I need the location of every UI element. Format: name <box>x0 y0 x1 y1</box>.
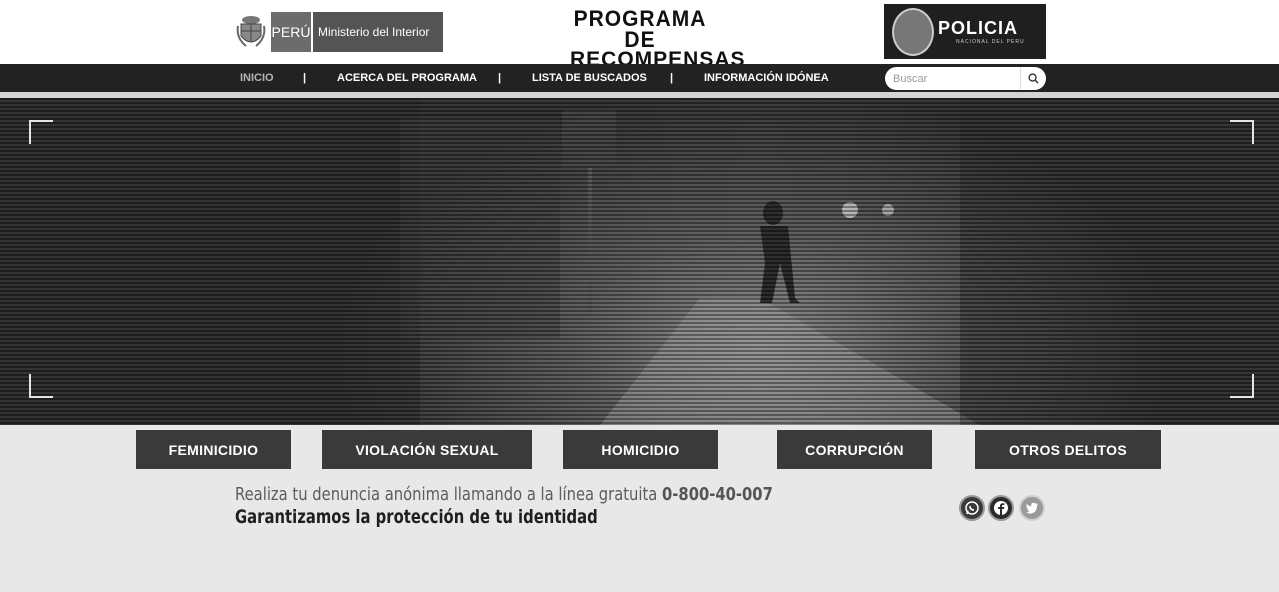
nav-separator: | <box>303 72 307 84</box>
corrupcion-button[interactable]: CORRUPCIÓN <box>777 430 932 469</box>
main-nav: INICIO | ACERCA DEL PROGRAMA | LISTA DE … <box>0 64 1279 92</box>
frame-corner <box>1230 374 1254 398</box>
frame-corner <box>1230 120 1254 144</box>
police-logo-title: POLICIA <box>938 18 1019 38</box>
ministry-label: Ministerio del Interior <box>313 12 443 52</box>
frame-corner <box>29 120 53 144</box>
homicidio-button[interactable]: HOMICIDIO <box>563 430 718 469</box>
government-logo[interactable]: PERÚ Ministerio del Interior <box>236 12 443 52</box>
nav-item-informacion[interactable]: INFORMACIÓN IDÓNEA <box>704 64 829 92</box>
search-input[interactable] <box>885 67 1019 90</box>
peru-label: PERÚ <box>271 12 311 52</box>
hotline-text: Realiza tu denuncia anónima llamando a l… <box>235 484 773 505</box>
twitter-icon <box>1025 502 1039 514</box>
facebook-icon <box>994 501 1008 515</box>
hotline-number[interactable]: 0-800-40-007 <box>662 484 773 505</box>
identity-protection-text: Garantizamos la protección de tu identid… <box>235 506 598 528</box>
program-logo-line1: PROGRAMA DE <box>573 6 707 53</box>
violacion-sexual-button[interactable]: VIOLACIÓN SEXUAL <box>322 430 532 469</box>
nav-separator: | <box>498 72 502 84</box>
facebook-link[interactable] <box>988 495 1014 521</box>
whatsapp-link[interactable] <box>959 495 985 521</box>
search-button[interactable] <box>1020 67 1046 90</box>
nav-separator: | <box>670 72 674 84</box>
search-box <box>885 67 1046 90</box>
police-logo-subtitle: NACIONAL DEL PERU <box>956 39 1025 45</box>
scanline-overlay <box>0 98 1279 425</box>
site-header: PERÚ Ministerio del Interior PROGRAMA DE… <box>0 0 1279 72</box>
search-icon <box>1028 73 1039 84</box>
nav-item-acerca[interactable]: ACERCA DEL PROGRAMA <box>337 64 477 92</box>
hero-banner <box>0 98 1279 425</box>
nav-item-buscados[interactable]: LISTA DE BUSCADOS <box>532 64 647 92</box>
police-emblem-icon <box>892 7 934 56</box>
police-logo-text: POLICIA NACIONAL DEL PERU <box>938 18 1025 45</box>
hotline-label: Realiza tu denuncia anónima llamando a l… <box>235 484 658 505</box>
otros-delitos-button[interactable]: OTROS DELITOS <box>975 430 1161 469</box>
program-logo[interactable]: PROGRAMA DE RECOMPENSAS <box>570 6 745 72</box>
whatsapp-icon <box>965 501 979 515</box>
coat-of-arms-icon <box>236 16 266 47</box>
police-logo[interactable]: POLICIA NACIONAL DEL PERU <box>884 4 1046 59</box>
twitter-link[interactable] <box>1019 495 1045 521</box>
frame-corner <box>29 374 53 398</box>
nav-item-inicio[interactable]: INICIO <box>240 64 274 92</box>
feminicidio-button[interactable]: FEMINICIDIO <box>136 430 291 469</box>
